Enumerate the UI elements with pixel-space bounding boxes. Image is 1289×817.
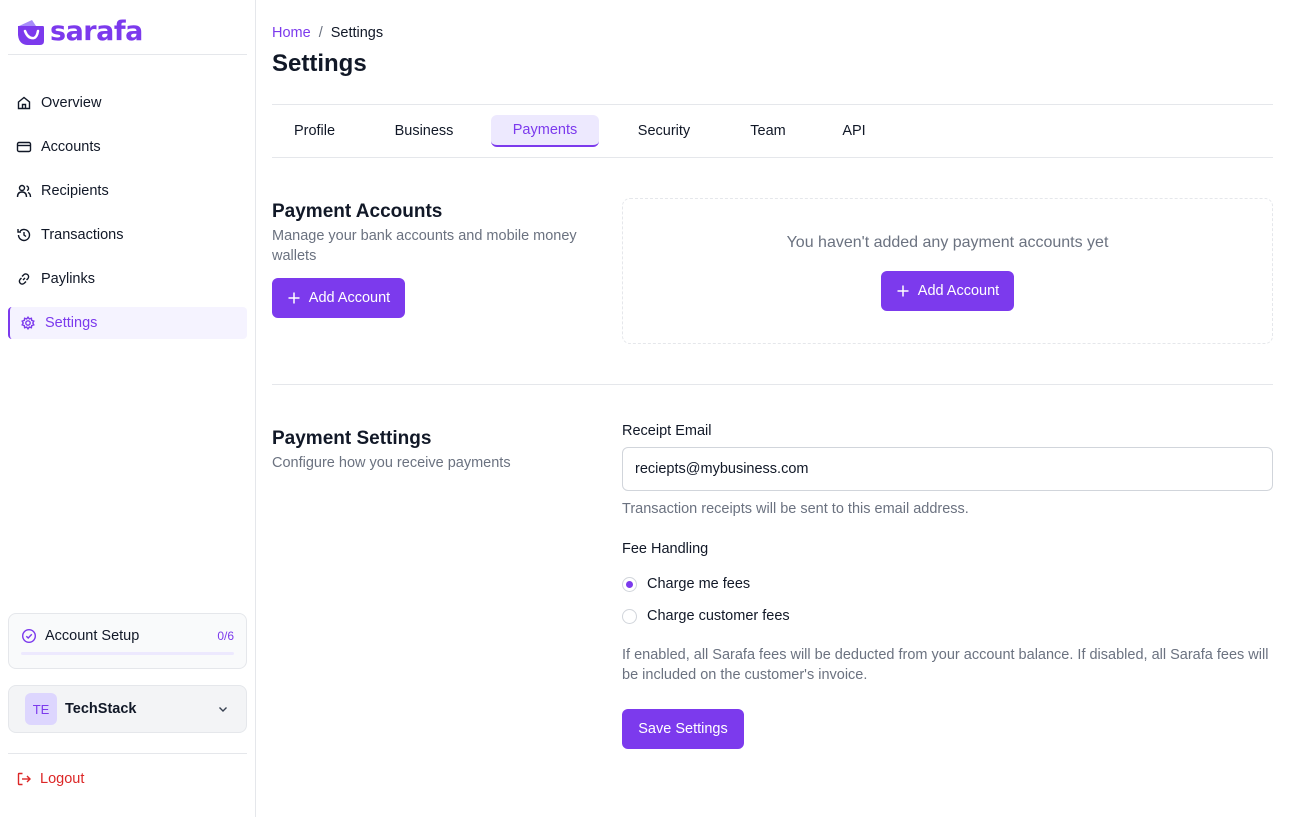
empty-state-text: You haven't added any payment accounts y…: [786, 234, 1109, 251]
add-account-label: Add Account: [308, 290, 391, 306]
payment-accounts-title: Payment Accounts: [272, 201, 443, 222]
credit-card-icon: [16, 141, 32, 153]
account-setup-label: Account Setup: [45, 628, 140, 644]
brand-name: sarafa: [50, 16, 143, 47]
link-icon: [18, 273, 30, 285]
breadcrumb: Home / Settings: [272, 25, 383, 41]
account-setup-count: 0/6: [217, 629, 234, 643]
payment-accounts-empty-state: You haven't added any payment accounts y…: [622, 198, 1273, 344]
payment-accounts-description: Manage your bank accounts and mobile mon…: [272, 228, 577, 264]
sidebar-item-label: Settings: [45, 315, 98, 331]
sidebar-item-label: Paylinks: [41, 271, 95, 287]
fee-handling-label: Fee Handling: [622, 541, 709, 557]
logout-divider: [8, 753, 247, 754]
check-circle-icon: [21, 628, 37, 644]
settings-tabs: Profile Business Payments Security Team …: [272, 104, 1273, 158]
page-title: Settings: [272, 50, 367, 77]
sidebar-item-settings[interactable]: Settings: [8, 307, 247, 339]
add-account-label: Add Account: [917, 283, 1000, 299]
avatar: TE: [25, 693, 57, 725]
fee-option-charge-me[interactable]: Charge me fees: [622, 576, 750, 592]
fee-option-charge-customer[interactable]: Charge customer fees: [622, 608, 790, 624]
radio-button[interactable]: [622, 608, 637, 624]
account-setup-card[interactable]: Account Setup 0/6: [8, 613, 247, 669]
sidebar-item-transactions[interactable]: Transactions: [8, 219, 247, 251]
wallet-logo-icon: [18, 20, 44, 45]
fee-option-label: Charge me fees: [647, 576, 751, 592]
users-icon: [16, 184, 32, 198]
breadcrumb-home-link[interactable]: Home: [272, 25, 311, 41]
account-setup-progress: [21, 652, 234, 655]
gear-icon: [21, 316, 35, 330]
organization-switcher[interactable]: TE TechStack: [8, 685, 247, 733]
payment-settings-title: Payment Settings: [272, 428, 432, 449]
add-account-button[interactable]: Add Account: [272, 278, 405, 318]
sidebar: sarafa Overview Accounts Recipients Tran…: [0, 0, 256, 817]
logout-icon: [17, 772, 31, 786]
payment-settings-description: Configure how you receive payments: [272, 455, 511, 471]
plus-icon: [897, 285, 909, 297]
tab-profile[interactable]: Profile: [272, 115, 357, 147]
sidebar-item-recipients[interactable]: Recipients: [8, 175, 247, 207]
sidebar-item-paylinks[interactable]: Paylinks: [8, 263, 247, 295]
tab-team[interactable]: Team: [734, 115, 802, 147]
logout-button[interactable]: Logout: [16, 771, 84, 787]
receipt-email-hint: Transaction receipts will be sent to thi…: [622, 501, 969, 517]
sidebar-item-accounts[interactable]: Accounts: [8, 131, 247, 163]
history-icon: [17, 228, 31, 242]
organization-name: TechStack: [65, 701, 137, 717]
radio-button-checked[interactable]: [622, 576, 637, 592]
save-settings-button[interactable]: Save Settings: [622, 709, 744, 749]
receipt-email-label: Receipt Email: [622, 423, 712, 439]
sidebar-item-label: Recipients: [41, 183, 109, 199]
sidebar-item-label: Overview: [41, 95, 102, 111]
fee-option-label: Charge customer fees: [647, 608, 790, 624]
sidebar-nav: Overview Accounts Recipients Transaction…: [8, 87, 247, 351]
fee-handling-hint: If enabled, all Sarafa fees will be dedu…: [622, 647, 1269, 683]
plus-icon: [288, 292, 300, 304]
tab-payments[interactable]: Payments: [491, 115, 599, 147]
receipt-email-input[interactable]: [622, 447, 1273, 491]
breadcrumb-current: Settings: [330, 25, 384, 41]
tab-api[interactable]: API: [827, 115, 881, 147]
sidebar-item-overview[interactable]: Overview: [8, 87, 247, 119]
logo-divider: [8, 54, 247, 55]
sidebar-item-label: Transactions: [41, 227, 124, 243]
breadcrumb-separator: /: [318, 25, 323, 41]
tab-business[interactable]: Business: [379, 115, 469, 147]
sidebar-item-label: Accounts: [41, 139, 101, 155]
logout-label: Logout: [40, 771, 85, 787]
home-icon: [17, 96, 31, 110]
chevron-down-icon: [219, 707, 227, 712]
section-divider: [272, 384, 1273, 385]
empty-state-add-account-button[interactable]: Add Account: [881, 271, 1014, 311]
brand-logo[interactable]: sarafa: [16, 16, 143, 48]
tab-security[interactable]: Security: [621, 115, 707, 147]
